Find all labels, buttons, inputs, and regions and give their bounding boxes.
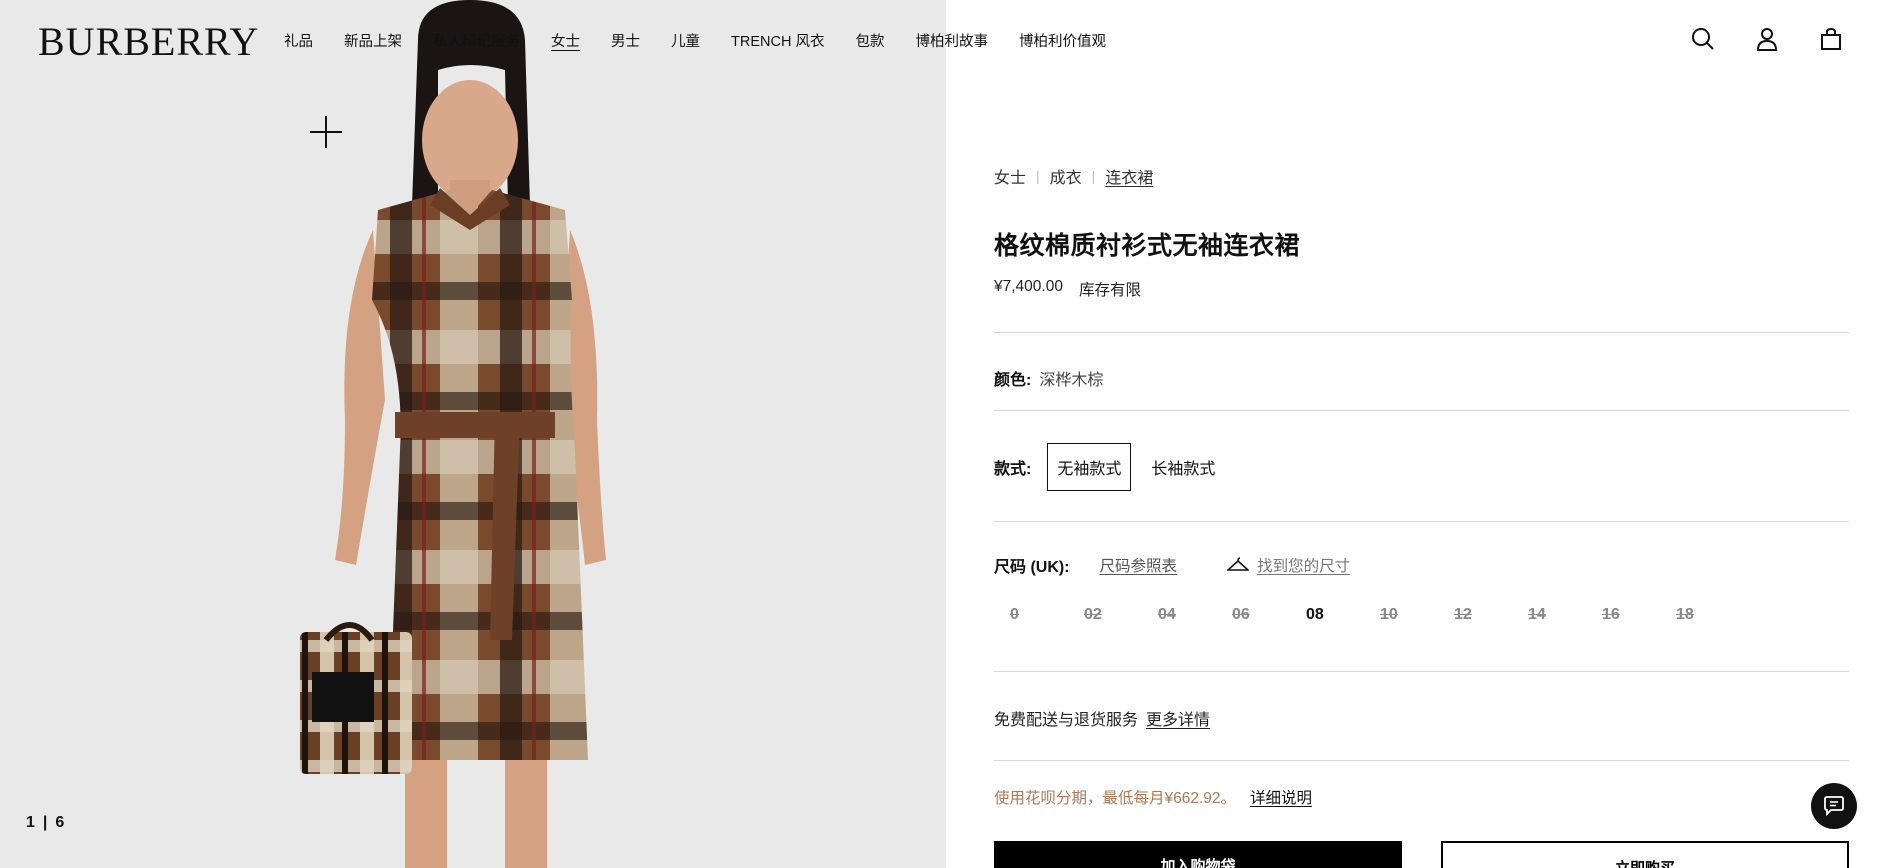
size-option-10[interactable]: 10: [1380, 606, 1454, 624]
size-option-08[interactable]: 08: [1306, 606, 1380, 624]
installment-details-link[interactable]: 详细说明: [1250, 786, 1312, 808]
price-row: ¥7,400.00 库存有限: [994, 278, 1141, 300]
nav-item-trench[interactable]: TRENCH 风衣: [731, 30, 824, 51]
breadcrumb: 女士 | 成衣 | 连衣裙: [994, 164, 1153, 188]
size-option-18[interactable]: 18: [1676, 606, 1750, 624]
add-to-bag-button[interactable]: 加入购物袋: [994, 841, 1402, 868]
product-title: 格纹棉质衬衫式无袖连衣裙: [994, 232, 1301, 260]
size-label: 尺码 (UK):: [994, 559, 1070, 576]
product-price: ¥7,400.00: [994, 278, 1063, 295]
nav-item-gifts[interactable]: 礼品: [284, 30, 313, 51]
size-option-0[interactable]: 0: [1010, 606, 1084, 624]
gallery-current: 1: [26, 814, 35, 831]
zoom-cursor-icon: [310, 116, 342, 148]
size-chart-link[interactable]: 尺码参照表: [1100, 554, 1178, 576]
size-option-06[interactable]: 06: [1232, 606, 1306, 624]
chat-button[interactable]: [1811, 783, 1857, 829]
breadcrumb-women[interactable]: 女士: [994, 164, 1026, 188]
size-header: 尺码 (UK): 尺码参照表 找到您的尺寸: [994, 553, 1350, 577]
nav-item-children[interactable]: 儿童: [671, 30, 700, 51]
style-selector: 款式: 无袖款式 长袖款式: [994, 443, 1235, 491]
buy-now-button[interactable]: 立即购买: [1441, 841, 1849, 868]
size-option-14[interactable]: 14: [1528, 606, 1602, 624]
size-option-16[interactable]: 16: [1602, 606, 1676, 624]
size-option-02[interactable]: 02: [1084, 606, 1158, 624]
nav-item-new-arrivals[interactable]: 新品上架: [344, 30, 402, 51]
find-size-link[interactable]: 找到您的尺寸: [1227, 554, 1350, 576]
style-option-long-sleeve[interactable]: 长袖款式: [1141, 443, 1225, 491]
product-photo: [300, 0, 606, 868]
color-label: 颜色:: [994, 372, 1032, 389]
gallery-pager: 1 | 6: [26, 814, 64, 832]
gallery-separator: |: [42, 814, 48, 831]
gallery-total: 6: [55, 814, 65, 831]
color-row: 颜色: 深桦木棕: [994, 366, 1103, 390]
color-value: 深桦木棕: [1039, 372, 1104, 389]
nav-item-bags[interactable]: 包款: [855, 30, 884, 51]
divider: [994, 671, 1849, 672]
installment-text: 使用花呗分期，最低每月¥662.92。: [994, 790, 1237, 807]
nav-item-women[interactable]: 女士: [551, 30, 580, 51]
nav-item-story[interactable]: 博柏利故事: [915, 30, 988, 51]
installment-row: 使用花呗分期，最低每月¥662.92。 详细说明: [994, 786, 1312, 808]
style-label: 款式:: [994, 461, 1032, 478]
divider: [994, 521, 1849, 522]
brand-logo[interactable]: BURBERRY: [38, 18, 259, 65]
product-details-panel: 女士 | 成衣 | 连衣裙 格纹棉质衬衫式无袖连衣裙 ¥7,400.00 库存有…: [994, 0, 1849, 868]
size-option-04[interactable]: 04: [1158, 606, 1232, 624]
shipping-row: 免费配送与退货服务 更多详情: [994, 706, 1210, 730]
breadcrumb-ready-to-wear[interactable]: 成衣: [1050, 164, 1082, 188]
breadcrumb-separator: |: [1091, 168, 1096, 184]
nav-item-monogramming[interactable]: 私人印记服务: [433, 30, 520, 51]
shipping-text: 免费配送与退货服务: [994, 712, 1139, 729]
size-option-12[interactable]: 12: [1454, 606, 1528, 624]
stock-status: 库存有限: [1078, 282, 1141, 299]
shipping-more-link[interactable]: 更多详情: [1146, 706, 1210, 730]
divider: [994, 410, 1849, 411]
style-option-sleeveless[interactable]: 无袖款式: [1047, 443, 1132, 491]
breadcrumb-separator: |: [1036, 168, 1040, 184]
divider: [994, 332, 1849, 333]
size-options: 0 02 04 06 08 10 12 14 16 18: [1010, 606, 1750, 624]
chat-icon: [1824, 796, 1844, 817]
breadcrumb-dresses[interactable]: 连衣裙: [1105, 164, 1153, 188]
divider: [994, 760, 1849, 761]
nav-item-men[interactable]: 男士: [611, 30, 640, 51]
product-image-panel[interactable]: 1 | 6: [0, 0, 946, 868]
find-size-label: 找到您的尺寸: [1257, 558, 1351, 575]
hanger-icon: [1227, 557, 1250, 571]
